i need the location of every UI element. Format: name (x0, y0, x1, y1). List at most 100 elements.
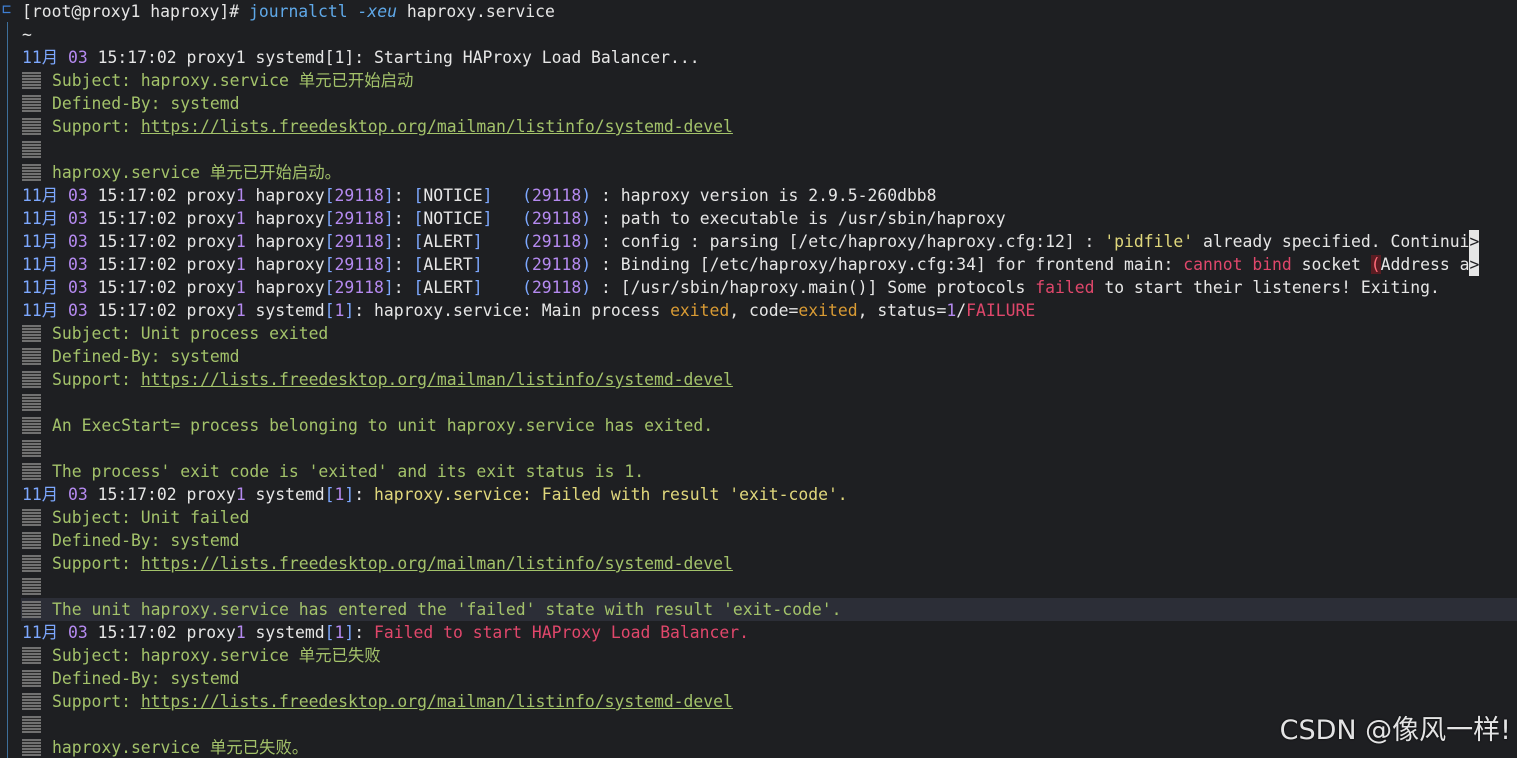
log-text: proxy1 systemd[1]: (177, 623, 374, 642)
log-text: Defined-By: systemd (52, 531, 240, 550)
log-text: already specified. Continui (1193, 232, 1470, 251)
log-text: ] (344, 623, 355, 642)
log-text: [ (324, 186, 335, 205)
catalog-line: Defined-By: systemd (22, 667, 1517, 690)
cursor-line: The unit haproxy.service has entered the… (21, 598, 1517, 621)
log-text: 29118 (531, 232, 582, 251)
catalog-line (22, 575, 1517, 598)
log-text: 29118 (531, 255, 582, 274)
log-text: proxy (176, 301, 236, 320)
log-text: [ (324, 623, 335, 642)
log-text: config : parsing [/etc/haproxy/haproxy.c… (620, 232, 1105, 251)
catalog-line: Defined-By: systemd (22, 92, 1517, 115)
log-text: exited (798, 301, 858, 320)
log-text: 15:17:02 (97, 209, 177, 228)
catalog-line (22, 437, 1517, 460)
log-text: / (956, 301, 967, 320)
command: journalctl (248, 2, 348, 21)
log-text: [ (324, 255, 335, 274)
log-text: 1 (235, 209, 246, 228)
log-text: ] (383, 232, 394, 251)
log-text: path to executable is /usr/sbin/haproxy (620, 209, 1006, 228)
log-text: proxy (176, 623, 236, 642)
terminal-output[interactable]: [root@proxy1 haproxy]# journalctl -xeu h… (21, 0, 1517, 758)
log-text: 11月 (22, 301, 59, 320)
catalog-line: haproxy.service 单元已开始启动。 (22, 161, 1517, 184)
catalog-line: Support: https://lists.freedesktop.org/m… (22, 552, 1517, 575)
log-text: 29118 (334, 209, 384, 228)
block-glyph-icon (22, 118, 41, 135)
log-text: haproxy.service: Main process (374, 301, 671, 320)
block-glyph-icon (22, 739, 41, 756)
shell-prompt: [root@proxy1 haproxy]# (22, 2, 249, 21)
log-text: haproxy (245, 232, 325, 251)
log-text: ] (344, 485, 355, 504)
catalog-line: Subject: Unit process exited (22, 322, 1517, 345)
log-text: 11月 (22, 209, 59, 228)
log-text: 1 (334, 485, 345, 504)
log-text: Support: (52, 554, 141, 573)
log-text: proxy1 haproxy[29118]: [NOTICE] (29118) … (177, 186, 621, 205)
catalog-line: Support: https://lists.freedesktop.org/m… (22, 115, 1517, 138)
log-text: ) (581, 232, 592, 251)
log-text: 29118 (531, 209, 582, 228)
prompt-line: [root@proxy1 haproxy]# journalctl -xeu h… (22, 0, 1517, 23)
log-text: ( (1370, 255, 1381, 274)
log-text: 1 (946, 301, 957, 320)
log-line: 11月 03 15:17:02 proxy1 systemd[1]: Faile… (22, 621, 1517, 644)
log-text: proxy (176, 232, 236, 251)
block-glyph-icon (22, 532, 41, 549)
line-truncated-icon: > (1469, 230, 1480, 253)
command-arg: haproxy.service (406, 2, 555, 21)
log-text: : (354, 301, 375, 320)
log-text: ] (383, 278, 394, 297)
catalog-line: Support: https://lists.freedesktop.org/m… (22, 368, 1517, 391)
block-glyph-icon (22, 463, 41, 480)
block-glyph-icon (22, 509, 41, 526)
log-text: Binding [/etc/haproxy/haproxy.cfg:34] fo… (620, 255, 1184, 274)
support-link[interactable]: https://lists.freedesktop.org/mailman/li… (141, 554, 733, 573)
log-text: proxy (176, 278, 236, 297)
log-text: proxy1 haproxy[29118]: [NOTICE] (29118) … (177, 209, 621, 228)
block-glyph-icon (22, 647, 41, 664)
fold-bracket-icon[interactable]: ⊏ (2, 2, 11, 17)
log-text: proxy1 systemd[1]: Starting HAProxy Load… (176, 48, 700, 67)
block-glyph-icon (22, 164, 41, 181)
catalog-line (22, 138, 1517, 161)
log-text: 1 (235, 232, 246, 251)
log-text: 03 (68, 278, 88, 297)
log-text: ( (522, 255, 532, 274)
line-truncated-icon: > (1469, 253, 1480, 276)
log-text: 15:17:02 (97, 301, 177, 320)
log-text: proxy (176, 209, 236, 228)
log-line: 11月 03 15:17:02 proxy1 haproxy[29118]: [… (22, 276, 1517, 299)
block-glyph-icon (22, 578, 41, 595)
support-link[interactable]: https://lists.freedesktop.org/mailman/li… (141, 692, 733, 711)
log-text: ) (581, 186, 592, 205)
log-text: : (591, 186, 621, 205)
log-text: : (591, 209, 621, 228)
log-text: ] (383, 186, 394, 205)
terminal-window[interactable]: ⊏ [root@proxy1 haproxy]# journalctl -xeu… (0, 0, 1517, 758)
log-text: 03 (68, 485, 88, 504)
log-text: 11月 (22, 186, 59, 205)
support-link[interactable]: https://lists.freedesktop.org/mailman/li… (141, 117, 733, 136)
block-glyph-icon (22, 348, 41, 365)
block-glyph-icon (22, 141, 41, 158)
block-glyph-icon (22, 601, 41, 618)
log-text: 'pidfile' (1104, 232, 1194, 251)
catalog-line: Defined-By: systemd (22, 345, 1517, 368)
log-text: ALERT (423, 278, 473, 297)
log-text: 11月 (22, 278, 59, 297)
log-text: : (393, 255, 414, 274)
block-glyph-icon (22, 693, 41, 710)
log-text: The process' exit code is 'exited' and i… (52, 462, 645, 481)
log-text: 03 (68, 623, 88, 642)
log-text: : (393, 278, 414, 297)
log-text: : (393, 186, 414, 205)
log-text: 1 (235, 301, 246, 320)
support-link[interactable]: https://lists.freedesktop.org/mailman/li… (141, 370, 733, 389)
log-text: , status= (857, 301, 947, 320)
log-text: : (591, 232, 621, 251)
